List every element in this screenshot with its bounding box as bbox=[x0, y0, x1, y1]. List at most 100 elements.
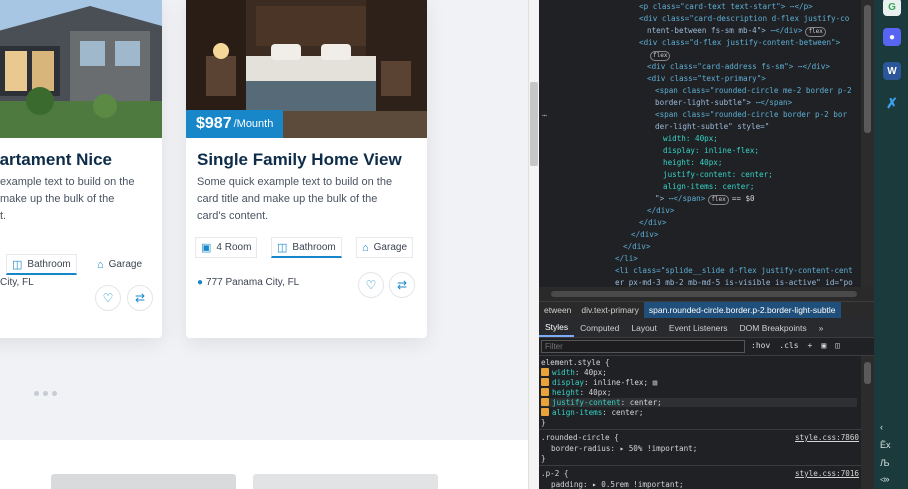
chevron-left-icon[interactable]: ‹ bbox=[880, 422, 883, 432]
breadcrumb-item-selected[interactable]: span.rounded-circle.border.p-2.border-li… bbox=[643, 302, 841, 318]
source-link[interactable]: style.css:7016 bbox=[795, 469, 859, 478]
dom-node-line[interactable]: <div class="card-description d-flex just… bbox=[639, 14, 849, 23]
style-prop[interactable]: width: 40px; bbox=[541, 368, 607, 377]
source-link[interactable]: style.css:7860 bbox=[795, 433, 859, 442]
compare-button[interactable]: ⇄ bbox=[389, 272, 415, 298]
tab-styles[interactable]: Styles bbox=[539, 318, 575, 337]
dom-node-line[interactable]: width: 40px; bbox=[663, 134, 718, 143]
chrome-icon[interactable]: G bbox=[883, 0, 901, 16]
flex-badge[interactable]: flex bbox=[805, 27, 826, 37]
flex-badge[interactable]: flex bbox=[650, 51, 671, 61]
discord-icon[interactable]: ● bbox=[883, 28, 901, 46]
word-icon[interactable]: W bbox=[883, 62, 901, 80]
dom-node-line[interactable]: </div> bbox=[647, 206, 674, 215]
checkbox[interactable] bbox=[541, 398, 549, 406]
add-rule-button[interactable]: + bbox=[808, 341, 813, 350]
node-text: <div class="text-primary"> bbox=[647, 74, 766, 83]
class-toggle[interactable]: .cls bbox=[779, 341, 798, 350]
style-prop[interactable]: height: 40px; bbox=[541, 388, 611, 397]
checkbox[interactable] bbox=[541, 378, 549, 386]
page-scrollbar[interactable] bbox=[528, 0, 539, 489]
property-card[interactable]: onth artament Nice example text to build… bbox=[0, 0, 162, 338]
dom-node-line[interactable]: er px-md-3 mb-2 mb-md-5 is-visible is-ac… bbox=[615, 278, 853, 287]
style-prop[interactable]: align-items: center; bbox=[541, 408, 643, 417]
carousel-pagination[interactable] bbox=[34, 391, 57, 396]
pagination-dot[interactable] bbox=[34, 391, 39, 396]
favorite-button[interactable]: ♡ bbox=[95, 285, 121, 311]
breadcrumb-item[interactable]: etween bbox=[539, 305, 576, 315]
dom-node-line[interactable]: <span class="rounded-circle border p-2 b… bbox=[655, 110, 847, 119]
swap-icon: ⇄ bbox=[396, 278, 408, 292]
pagination-dot[interactable] bbox=[43, 391, 48, 396]
dom-node-line[interactable]: flex bbox=[647, 50, 671, 61]
dom-node-line[interactable]: </div> bbox=[639, 218, 666, 227]
pagination-dot[interactable] bbox=[52, 391, 57, 396]
scrollbar-thumb[interactable] bbox=[530, 82, 538, 166]
elements-tree[interactable]: <p class="card-text text-start"> ⋯</p> <d… bbox=[539, 0, 861, 287]
style-prop[interactable]: display: inline-flex; ▦ bbox=[541, 378, 657, 387]
tab-event-listeners[interactable]: Event Listeners bbox=[663, 318, 734, 337]
dom-node-line[interactable]: der-light-subtle" style=" bbox=[655, 122, 769, 131]
style-prop[interactable]: justify-content: center; bbox=[541, 398, 857, 407]
tab-more[interactable]: » bbox=[813, 318, 830, 337]
checkbox[interactable] bbox=[541, 368, 549, 376]
dom-node-line[interactable]: display: inline-flex; bbox=[663, 146, 759, 155]
feature-rooms: ▣ 4 Room bbox=[195, 237, 258, 258]
scrollbar-thumb[interactable] bbox=[551, 291, 857, 297]
sidebar-toggle-icon[interactable]: ◫ bbox=[835, 341, 840, 350]
desc-line: example text to build on the bbox=[0, 176, 135, 188]
wifi-icon[interactable]: Љ bbox=[880, 458, 890, 468]
dom-node-line[interactable]: </li> bbox=[615, 254, 638, 263]
rule-selector: .p-2 { bbox=[541, 469, 569, 478]
tab-computed[interactable]: Computed bbox=[574, 318, 625, 337]
rule-selector: .rounded-circle { bbox=[541, 433, 619, 442]
tab-dom-breakpoints[interactable]: DOM Breakpoints bbox=[734, 318, 813, 337]
feature-label: Garage bbox=[108, 259, 143, 270]
card-description: example text to build on the make up the… bbox=[0, 174, 162, 225]
dom-node-line[interactable]: <div class="card-address fs-sm"> ⋯</div> bbox=[647, 62, 830, 71]
checkbox[interactable] bbox=[541, 408, 549, 416]
dom-node-line[interactable]: justify-content: center; bbox=[663, 170, 773, 179]
vscode-icon[interactable]: ✗ bbox=[883, 94, 901, 112]
paint-icon[interactable]: ▣ bbox=[821, 341, 826, 350]
dom-node-line[interactable]: align-items: center; bbox=[663, 182, 754, 191]
volume-icon[interactable]: ◃» bbox=[880, 474, 890, 485]
filter-input[interactable] bbox=[541, 340, 745, 353]
node-close-tag: ⋯</span> bbox=[751, 98, 793, 107]
flex-editor-icon[interactable]: ▦ bbox=[653, 378, 658, 387]
map-pin-icon: ● bbox=[197, 277, 204, 288]
dom-node-line[interactable]: <span class="rounded-circle me-2 border … bbox=[655, 86, 852, 95]
dom-node-line[interactable]: <div class="text-primary"> bbox=[647, 74, 766, 83]
flex-badge[interactable]: flex bbox=[708, 195, 729, 205]
node-text: <span class="rounded-circle me-2 border … bbox=[655, 86, 852, 95]
dom-node-line[interactable]: <p class="card-text text-start"> ⋯</p> bbox=[639, 2, 813, 11]
dom-node-line[interactable]: ntent-between fs-sm mb-4"> ⋯</div> flex bbox=[647, 26, 826, 37]
scrollbar-thumb[interactable] bbox=[864, 362, 871, 384]
style-prop[interactable]: border-radius: ▸ 50% !important; bbox=[551, 444, 697, 453]
elements-scrollbar[interactable] bbox=[861, 0, 874, 287]
favorite-button[interactable]: ♡ bbox=[358, 272, 384, 298]
dom-node-line[interactable]: </div> bbox=[631, 230, 658, 239]
card-title[interactable]: Single Family Home View bbox=[197, 150, 402, 170]
card-title[interactable]: artament Nice bbox=[0, 150, 112, 170]
language-indicator[interactable]: Ёх bbox=[880, 440, 891, 450]
desc-line: card's content. bbox=[197, 210, 269, 222]
dom-node-line[interactable]: </div> bbox=[623, 242, 650, 251]
dom-node-line[interactable]: "> ⋯</span> flex == $0 bbox=[655, 194, 755, 205]
dom-node-line[interactable]: <div class="d-flex justify-content-betwe… bbox=[639, 38, 840, 47]
ellipsis-icon[interactable]: ⋯ bbox=[542, 111, 547, 120]
property-card[interactable]: $987/Mounth Single Family Home View Some… bbox=[186, 0, 427, 338]
checkbox[interactable] bbox=[541, 388, 549, 396]
dom-node-line[interactable]: height: 40px; bbox=[663, 158, 722, 167]
horizontal-scrollbar[interactable] bbox=[539, 287, 874, 301]
hover-toggle[interactable]: :hov bbox=[751, 341, 770, 350]
styles-scrollbar[interactable] bbox=[861, 356, 874, 489]
style-prop[interactable]: padding: ▸ 0.5rem !important; bbox=[551, 480, 684, 489]
desc-line: card title and make up the bulk of the bbox=[197, 193, 378, 205]
dom-node-line[interactable]: <li class="splide__slide d-flex justify-… bbox=[615, 266, 853, 275]
dom-node-line[interactable]: border-light-subtle"> ⋯</span> bbox=[655, 98, 792, 107]
scrollbar-thumb[interactable] bbox=[864, 5, 871, 133]
compare-button[interactable]: ⇄ bbox=[127, 285, 153, 311]
tab-layout[interactable]: Layout bbox=[625, 318, 663, 337]
breadcrumb-item[interactable]: div.text-primary bbox=[576, 305, 643, 315]
